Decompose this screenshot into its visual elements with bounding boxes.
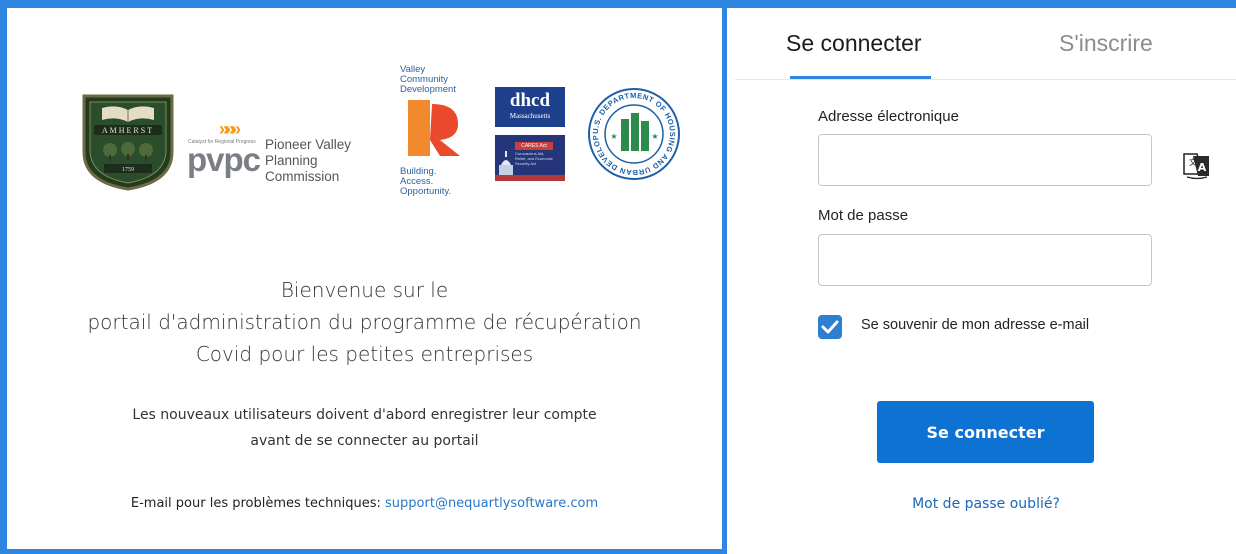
remember-checkbox[interactable] — [818, 315, 842, 339]
dhcd-massachusetts-logo: dhcd Massachusetts — [495, 87, 565, 127]
cares-sub: Coronavirus Aid, Relief, and Economic Se… — [515, 151, 553, 166]
dhcd-sub: Massachusetts — [509, 112, 551, 120]
hud-seal-logo: U.S. DEPARTMENT OF HOUSING AND URBAN DEV… — [584, 80, 681, 181]
login-panel: Se connecter S'inscrire Adresse électron… — [727, 8, 1236, 554]
amherst-text: AMHERST — [102, 126, 154, 135]
forgot-password-link[interactable]: Mot de passe oublié? — [727, 496, 1236, 512]
support-email-link[interactable]: support@nequartlysoftware.com — [385, 496, 598, 511]
svg-text:★: ★ — [610, 132, 617, 141]
checkmark-icon — [821, 320, 839, 334]
active-tab-indicator — [790, 76, 931, 79]
email-field[interactable] — [818, 134, 1152, 186]
cares-act-logo: CARES Act Coronavirus Aid, Relief, and E… — [495, 135, 565, 181]
welcome-message: Bienvenue sur le portail d'administratio… — [7, 274, 722, 370]
auth-tabs: Se connecter S'inscrire — [735, 8, 1236, 80]
tab-login[interactable]: Se connecter — [786, 30, 922, 57]
remember-label: Se souvenir de mon adresse e-mail — [861, 317, 1090, 333]
login-button[interactable]: Se connecter — [877, 401, 1094, 463]
partner-logos: AMHERST 1759 Catalyst for Regional Progr… — [7, 8, 722, 218]
welcome-line-2: portail d'administration du programme de… — [87, 310, 642, 334]
password-field[interactable] — [818, 234, 1152, 286]
welcome-line-1: Bienvenue sur le — [280, 278, 449, 302]
cares-label: CARES Act — [515, 142, 553, 150]
notice-line-2: avant de se connecter au portail — [250, 433, 479, 449]
translate-icon[interactable]: 文 A — [1181, 148, 1213, 180]
left-border — [0, 0, 7, 554]
vcd-title: Valley Community Development — [400, 64, 456, 95]
pvpc-mark: pvpc — [187, 141, 261, 178]
support-contact: E-mail pour les problèmes techniques: su… — [7, 496, 722, 511]
bottom-border — [0, 549, 727, 554]
notice-line-1: Les nouveaux utilisateurs doivent d'abor… — [132, 407, 597, 423]
password-label: Mot de passe — [818, 207, 909, 224]
welcome-line-3: Covid pour les petites entreprises — [195, 342, 534, 366]
dhcd-mark: dhcd — [509, 90, 551, 111]
tab-signup[interactable]: S'inscrire — [1059, 30, 1153, 57]
info-panel: AMHERST 1759 Catalyst for Regional Progr… — [7, 8, 722, 549]
amherst-year: 1759 — [122, 167, 134, 173]
top-border — [0, 0, 1236, 8]
svg-text:★: ★ — [651, 132, 658, 141]
pvpc-chevrons-icon: »»» — [219, 119, 241, 139]
valley-community-development-logo: Valley Community Development Building. A… — [400, 65, 490, 215]
new-user-notice: Les nouveaux utilisateurs doivent d'abor… — [7, 402, 722, 454]
svg-text:A: A — [1198, 161, 1207, 174]
vcd-mark-icon — [408, 100, 460, 156]
pvpc-name: Pioneer Valley Planning Commission — [265, 137, 352, 184]
email-label: Adresse électronique — [818, 108, 959, 125]
amherst-seal-logo: AMHERST 1759 — [80, 94, 176, 191]
svg-text:文: 文 — [1189, 157, 1197, 167]
pvpc-logo: Catalyst for Regional Progress »»» pvpc … — [187, 116, 382, 184]
support-label: E-mail pour les problèmes techniques: — [130, 496, 386, 511]
vcd-tagline: Building. Access. Opportunity. — [400, 166, 452, 197]
